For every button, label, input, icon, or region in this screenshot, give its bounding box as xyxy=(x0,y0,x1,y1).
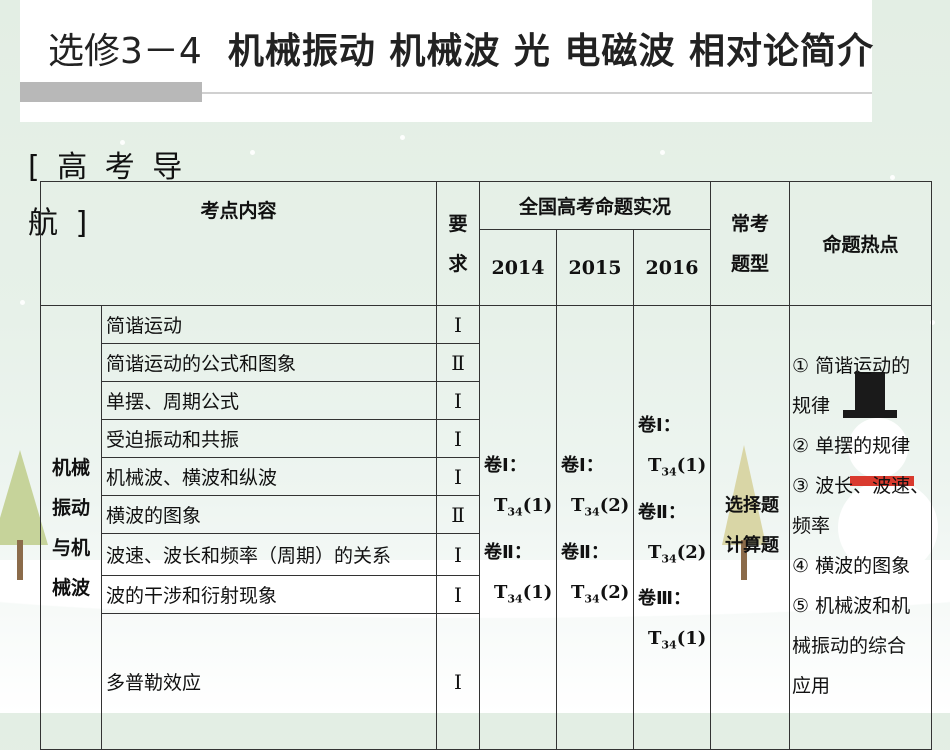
topic-item: 横波的图象 xyxy=(101,495,437,534)
requirement-level: Ⅰ xyxy=(436,457,480,496)
question-ref: T34(2) xyxy=(561,486,633,533)
category-line: 振动 xyxy=(51,496,90,519)
topic-item: 简谐运动 xyxy=(101,305,437,344)
question-ref: T34(2) xyxy=(561,573,633,620)
header-requirement: 要 求 xyxy=(436,181,480,306)
question-number: 34 xyxy=(661,638,677,652)
year-2014-cell: 卷Ⅰ： T34(1) 卷Ⅱ： T34(1) xyxy=(479,305,557,750)
question-letter: T xyxy=(571,495,585,516)
header-hot: 命题热点 xyxy=(788,181,933,306)
paper-label: 卷Ⅲ： xyxy=(638,588,692,610)
header-requirement-line2: 求 xyxy=(448,252,468,275)
question-letter: T xyxy=(494,495,508,516)
question-part: (1) xyxy=(522,495,553,516)
question-type-cell: 选择题 计算题 xyxy=(710,305,790,750)
header-exam-group: 全国高考命题实况 xyxy=(479,181,711,230)
question-part: (1) xyxy=(676,455,707,476)
header-requirement-line1: 要 xyxy=(448,212,468,235)
topic-item: 受迫振动和共振 xyxy=(101,419,437,458)
question-part: (2) xyxy=(599,581,630,603)
year-2015-cell: 卷Ⅰ： T34(2) 卷Ⅱ： T34(2) xyxy=(556,305,634,750)
category-cell: 机械 振动 与机 械波 xyxy=(40,305,102,750)
question-number: 34 xyxy=(507,592,523,606)
question-part: (2) xyxy=(676,541,707,563)
title-topics: 机械振动 机械波 光 电磁波 相对论简介 xyxy=(227,30,874,72)
question-letter: T xyxy=(571,581,585,603)
question-number: 34 xyxy=(584,505,600,519)
topic-item: 波速、波长和频率（周期）的关系 xyxy=(101,533,437,576)
hot-point-line: ⑤ 机械波和机 xyxy=(792,595,911,617)
header-year: 2016 xyxy=(633,229,711,306)
hot-points-cell: ① 简谐运动的 规律 ② 单摆的规律 ③ 波长、波速、 频率 ④ 横波的图象 ⑤… xyxy=(788,305,933,750)
question-ref: T34(1) xyxy=(638,446,710,493)
question-number: 34 xyxy=(661,465,677,479)
header-type: 常考 题型 xyxy=(710,181,790,306)
question-letter: T xyxy=(648,455,662,476)
paper-label: 卷Ⅱ： xyxy=(484,541,532,563)
question-ref: T34(1) xyxy=(484,573,556,620)
requirement-level: Ⅱ xyxy=(436,495,480,534)
requirement-level: Ⅰ xyxy=(436,305,480,344)
snowflake xyxy=(20,300,25,305)
exam-table: 考点内容 要 求 全国高考命题实况 常考 题型 命题热点 2014 2015 2… xyxy=(40,181,933,750)
paper-label: 卷Ⅱ： xyxy=(638,501,686,523)
category-line: 与机 xyxy=(51,536,90,559)
title-underline-thick xyxy=(20,82,202,102)
header-year: 2014 xyxy=(479,229,557,306)
question-part: (2) xyxy=(599,495,630,516)
paper-label: 卷Ⅰ： xyxy=(484,455,527,476)
question-letter: T xyxy=(648,628,662,650)
question-letter: T xyxy=(648,541,662,563)
hot-point-line: ① 简谐运动的 xyxy=(792,355,911,377)
page-title: 选修3－4 机械振动 机械波 光 电磁波 相对论简介 xyxy=(48,22,874,74)
paper-label: 卷Ⅱ： xyxy=(561,541,609,563)
snowflake xyxy=(660,150,665,155)
question-type: 选择题 xyxy=(725,495,779,516)
snowflake xyxy=(890,175,895,180)
paper-label: 卷Ⅰ： xyxy=(638,415,681,436)
topic-item: 多普勒效应 xyxy=(101,613,437,750)
hot-point-line: 械振动的综合 xyxy=(792,635,907,657)
question-part: (1) xyxy=(522,581,553,603)
snowflake xyxy=(250,150,255,155)
hot-point-line: 规律 xyxy=(792,395,831,417)
title-underline-thin xyxy=(202,92,872,94)
topic-item: 简谐运动的公式和图象 xyxy=(101,343,437,382)
category-line: 机械 xyxy=(51,456,90,479)
question-type: 计算题 xyxy=(725,535,779,556)
paper-label: 卷Ⅰ： xyxy=(561,455,604,476)
year-2016-cell: 卷Ⅰ： T34(1) 卷Ⅱ： T34(2) 卷Ⅲ： T34(1) xyxy=(633,305,711,750)
title-module: 选修3－4 xyxy=(48,31,202,72)
hot-point-line: ③ 波长、波速、 xyxy=(792,475,930,497)
requirement-level: Ⅰ xyxy=(436,381,480,420)
requirement-level: Ⅰ xyxy=(436,533,480,576)
header-type-line2: 题型 xyxy=(730,252,769,275)
header-year: 2015 xyxy=(556,229,634,306)
requirement-level: Ⅱ xyxy=(436,343,480,382)
topic-item: 波的干涉和衍射现象 xyxy=(101,575,437,614)
question-part: (1) xyxy=(676,628,707,650)
question-number: 34 xyxy=(584,592,600,606)
hot-point-line: 频率 xyxy=(792,515,831,537)
question-letter: T xyxy=(494,581,508,603)
header-type-line1: 常考 xyxy=(730,212,769,235)
requirement-level: Ⅰ xyxy=(436,419,480,458)
snowflake xyxy=(400,135,405,140)
hot-point-line: ② 单摆的规律 xyxy=(792,435,911,457)
category-line: 械波 xyxy=(51,576,90,599)
question-ref: T34(1) xyxy=(638,619,710,666)
question-number: 34 xyxy=(507,505,523,519)
question-ref: T34(1) xyxy=(484,486,556,533)
question-number: 34 xyxy=(661,552,677,566)
tree-trunk xyxy=(17,540,23,580)
header-content: 考点内容 xyxy=(40,181,437,306)
topic-item: 机械波、横波和纵波 xyxy=(101,457,437,496)
hot-point-line: 应用 xyxy=(792,675,831,697)
topic-item: 单摆、周期公式 xyxy=(101,381,437,420)
hot-point-line: ④ 横波的图象 xyxy=(792,555,911,577)
question-ref: T34(2) xyxy=(638,533,710,580)
requirement-level: Ⅰ xyxy=(436,575,480,614)
requirement-level: Ⅰ xyxy=(436,613,480,750)
